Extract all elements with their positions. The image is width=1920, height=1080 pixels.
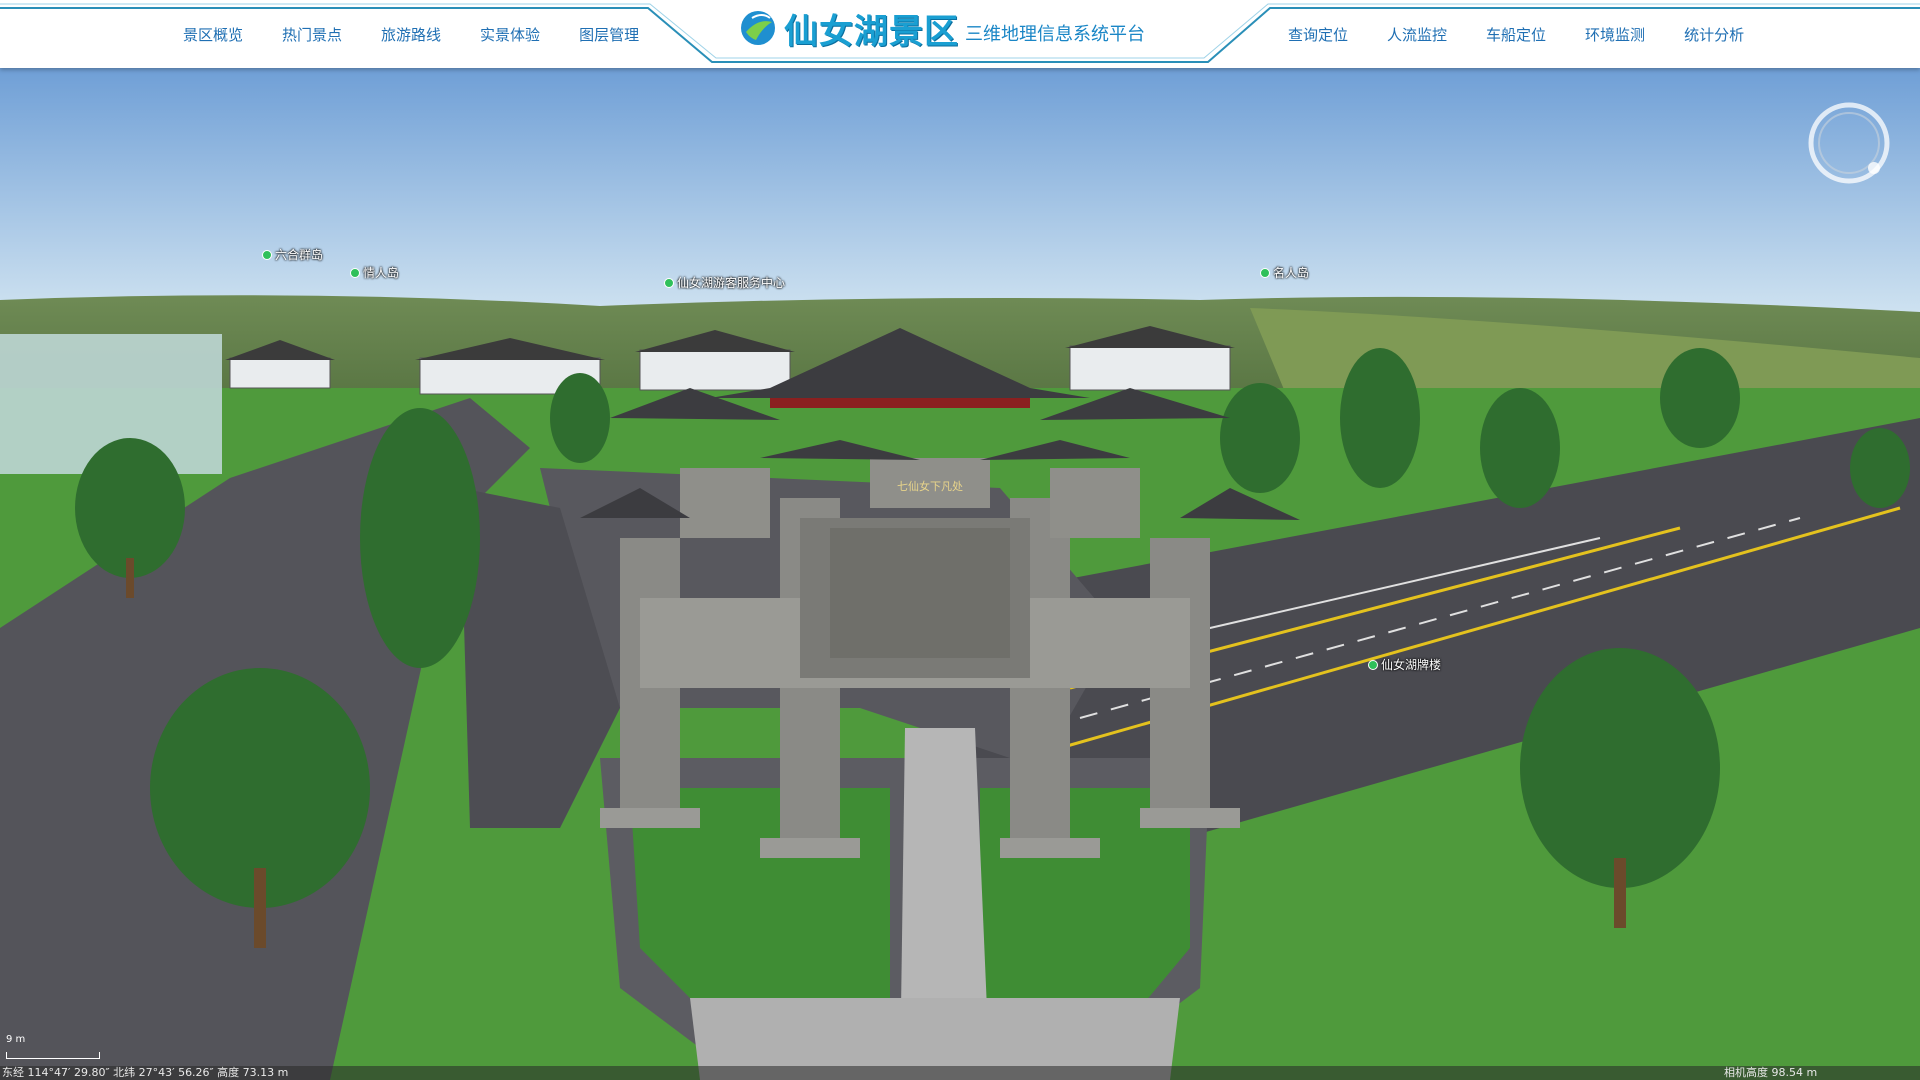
nav-popular-spots[interactable]: 热门景点 [282, 24, 342, 45]
logo-icon [741, 11, 775, 45]
top-navigation-bar: 景区概览 热门景点 旅游路线 实景体验 图层管理 仙女湖景区 三维地理信息系统平… [0, 0, 1920, 68]
title-main: 仙女湖景区 [784, 11, 959, 52]
left-navigation: 景区概览 热门景点 旅游路线 实景体验 图层管理 [183, 0, 678, 68]
coordinate-readout: 东经 114°47′ 29.80″ 北纬 27°43′ 56.26″ 高度 73… [2, 1066, 289, 1079]
app-title: 仙女湖景区 三维地理信息系统平台 [738, 6, 1145, 52]
right-navigation: 查询定位 人流监控 车船定位 环境监测 统计分析 [1288, 0, 1783, 68]
nav-live-experience[interactable]: 实景体验 [480, 24, 540, 45]
map-label-lovers-island[interactable]: 情人岛 [350, 264, 399, 281]
map-label-xiannvhu-archway[interactable]: 仙女湖牌楼 [1368, 656, 1441, 673]
scale-bar [6, 1052, 100, 1059]
nav-crowd-monitor[interactable]: 人流监控 [1387, 24, 1447, 45]
scale-label: 9 m [6, 1034, 26, 1045]
map-label-visitor-center[interactable]: 仙女湖游客服务中心 [664, 274, 785, 291]
poi-marker-icon [350, 267, 360, 278]
poi-marker-icon [262, 249, 272, 260]
nav-statistics[interactable]: 统计分析 [1684, 24, 1744, 45]
poi-marker-icon [664, 277, 674, 288]
nav-scenic-overview[interactable]: 景区概览 [183, 24, 243, 45]
nav-travel-routes[interactable]: 旅游路线 [381, 24, 441, 45]
status-bar: 东经 114°47′ 29.80″ 北纬 27°43′ 56.26″ 高度 73… [0, 1066, 1920, 1080]
nav-layer-management[interactable]: 图层管理 [579, 24, 639, 45]
map-label-liuhe-islands[interactable]: 六合群岛 [262, 246, 323, 263]
nav-query-locate[interactable]: 查询定位 [1288, 24, 1348, 45]
3d-map-viewport[interactable]: 六合群岛 情人岛 仙女湖游客服务中心 名人岛 仙女湖牌楼 七仙女下凡处 [0, 68, 1920, 1080]
poi-marker-icon [1260, 267, 1270, 278]
scene-render [0, 68, 1920, 1080]
compass-icon[interactable] [1806, 100, 1892, 186]
title-sub: 三维地理信息系统平台 [965, 24, 1145, 45]
nav-environment-monitor[interactable]: 环境监测 [1585, 24, 1645, 45]
poi-marker-icon [1368, 659, 1378, 670]
nav-vehicle-boat-locate[interactable]: 车船定位 [1486, 24, 1546, 45]
map-label-celebrity-island[interactable]: 名人岛 [1260, 264, 1309, 281]
camera-height-readout: 相机高度 98.54 m [1724, 1066, 1818, 1079]
archway-plaque: 七仙女下凡处 [897, 480, 963, 493]
